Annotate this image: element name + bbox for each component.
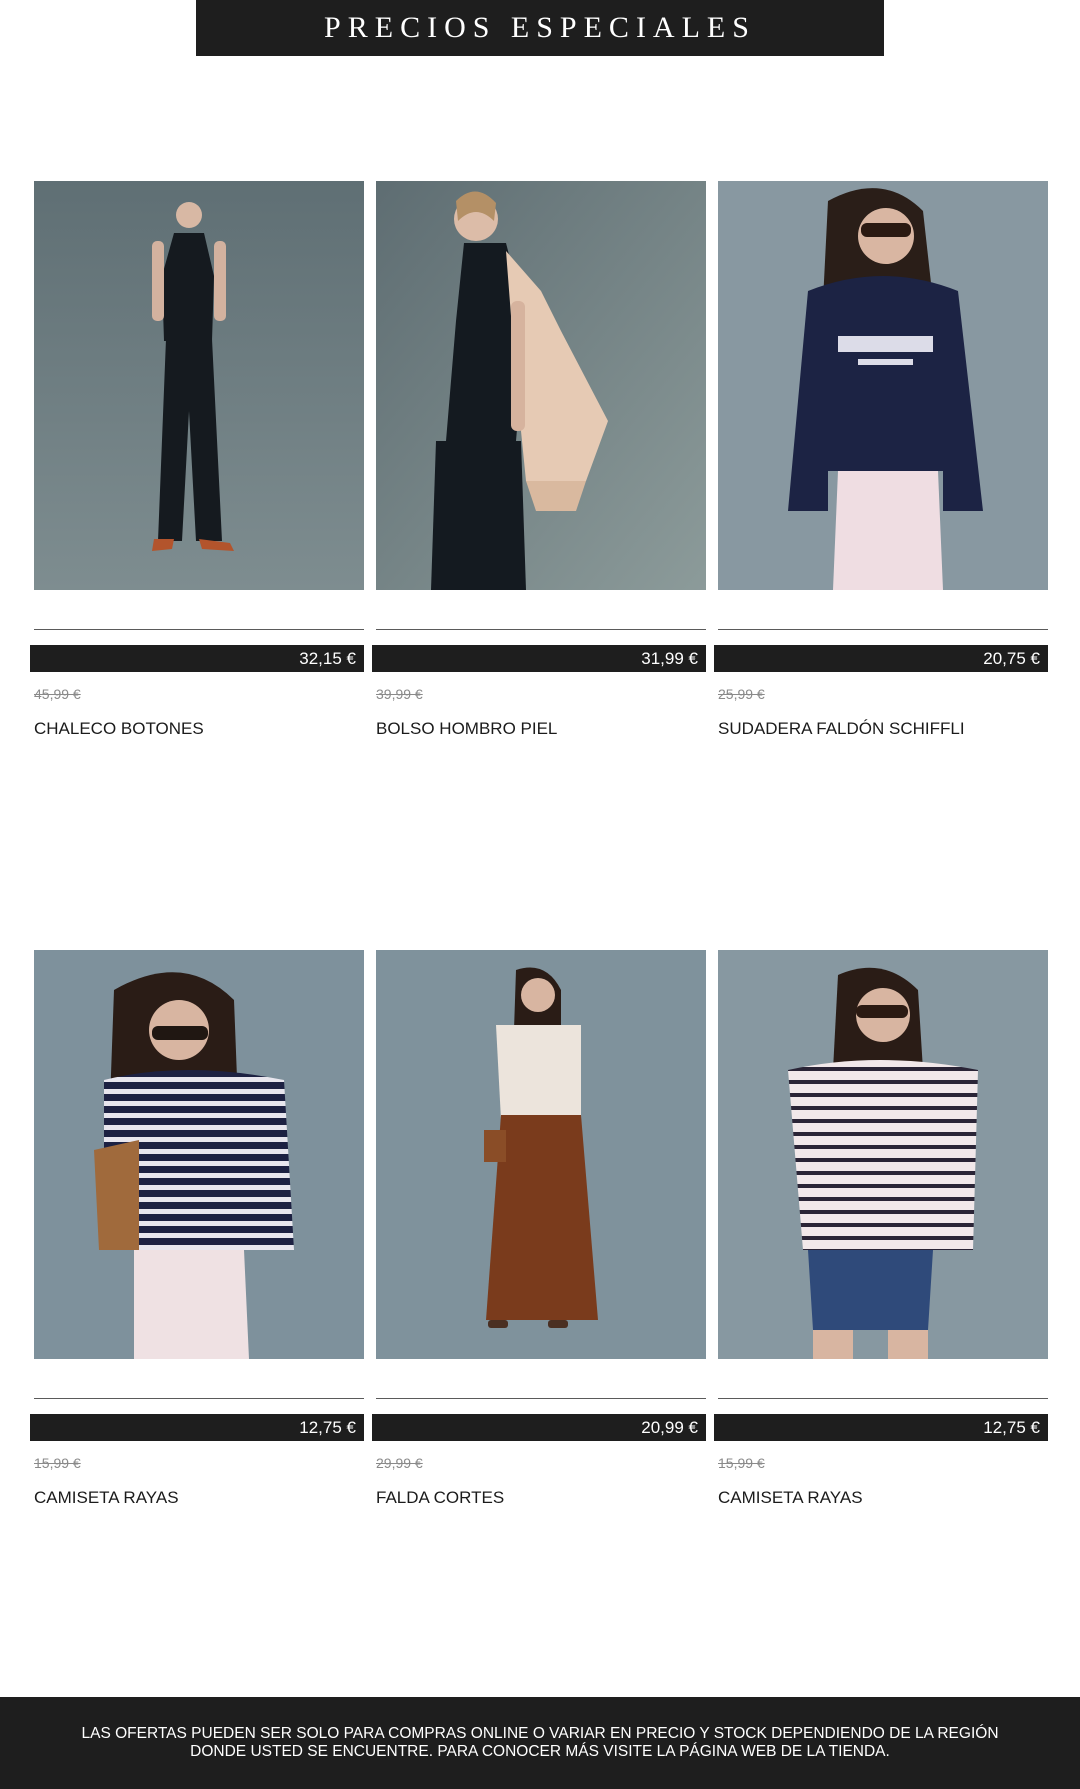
sale-price: 20,75 € — [983, 648, 1040, 668]
divider — [718, 629, 1048, 630]
sale-price: 20,99 € — [641, 1417, 698, 1437]
product-photo[interactable] — [376, 181, 706, 590]
product-name[interactable]: BOLSO HOMBRO PIEL — [376, 719, 557, 739]
price-tag: 31,99 € — [372, 645, 706, 672]
product-photo[interactable] — [34, 181, 364, 590]
product-photo[interactable] — [718, 950, 1048, 1359]
original-price: 15,99 € — [34, 1455, 81, 1471]
price-tag: 12,75 € — [30, 1414, 364, 1441]
original-price: 45,99 € — [34, 686, 81, 702]
disclaimer-line-2: DONDE USTED SE ENCUENTRE. PARA CONOCER M… — [190, 1743, 890, 1760]
page-title: PRECIOS ESPECIALES — [324, 11, 756, 44]
product-photo[interactable] — [34, 950, 364, 1359]
disclaimer-line-1: LAS OFERTAS PUEDEN SER SOLO PARA COMPRAS… — [81, 1725, 999, 1742]
product-photo[interactable] — [376, 950, 706, 1359]
product-name[interactable]: CHALECO BOTONES — [34, 719, 204, 739]
product-photo[interactable] — [718, 181, 1048, 590]
original-price: 25,99 € — [718, 686, 765, 702]
divider — [376, 1398, 706, 1399]
divider — [718, 1398, 1048, 1399]
disclaimer-footer: LAS OFERTAS PUEDEN SER SOLO PARA COMPRAS… — [0, 1697, 1080, 1789]
product-name[interactable]: CAMISETA RAYAS — [718, 1488, 863, 1508]
price-tag: 20,75 € — [714, 645, 1048, 672]
product-name[interactable]: FALDA CORTES — [376, 1488, 504, 1508]
price-tag: 32,15 € — [30, 645, 364, 672]
price-tag: 12,75 € — [714, 1414, 1048, 1441]
product-name[interactable]: CAMISETA RAYAS — [34, 1488, 179, 1508]
divider — [34, 1398, 364, 1399]
sale-price: 12,75 € — [299, 1417, 356, 1437]
sale-price: 12,75 € — [983, 1417, 1040, 1437]
divider — [376, 629, 706, 630]
price-tag: 20,99 € — [372, 1414, 706, 1441]
original-price: 15,99 € — [718, 1455, 765, 1471]
original-price: 29,99 € — [376, 1455, 423, 1471]
divider — [34, 629, 364, 630]
product-name[interactable]: SUDADERA FALDÓN SCHIFFLI — [718, 719, 965, 739]
sale-price: 32,15 € — [299, 648, 356, 668]
sale-price: 31,99 € — [641, 648, 698, 668]
header-banner: PRECIOS ESPECIALES — [196, 0, 884, 56]
original-price: 39,99 € — [376, 686, 423, 702]
